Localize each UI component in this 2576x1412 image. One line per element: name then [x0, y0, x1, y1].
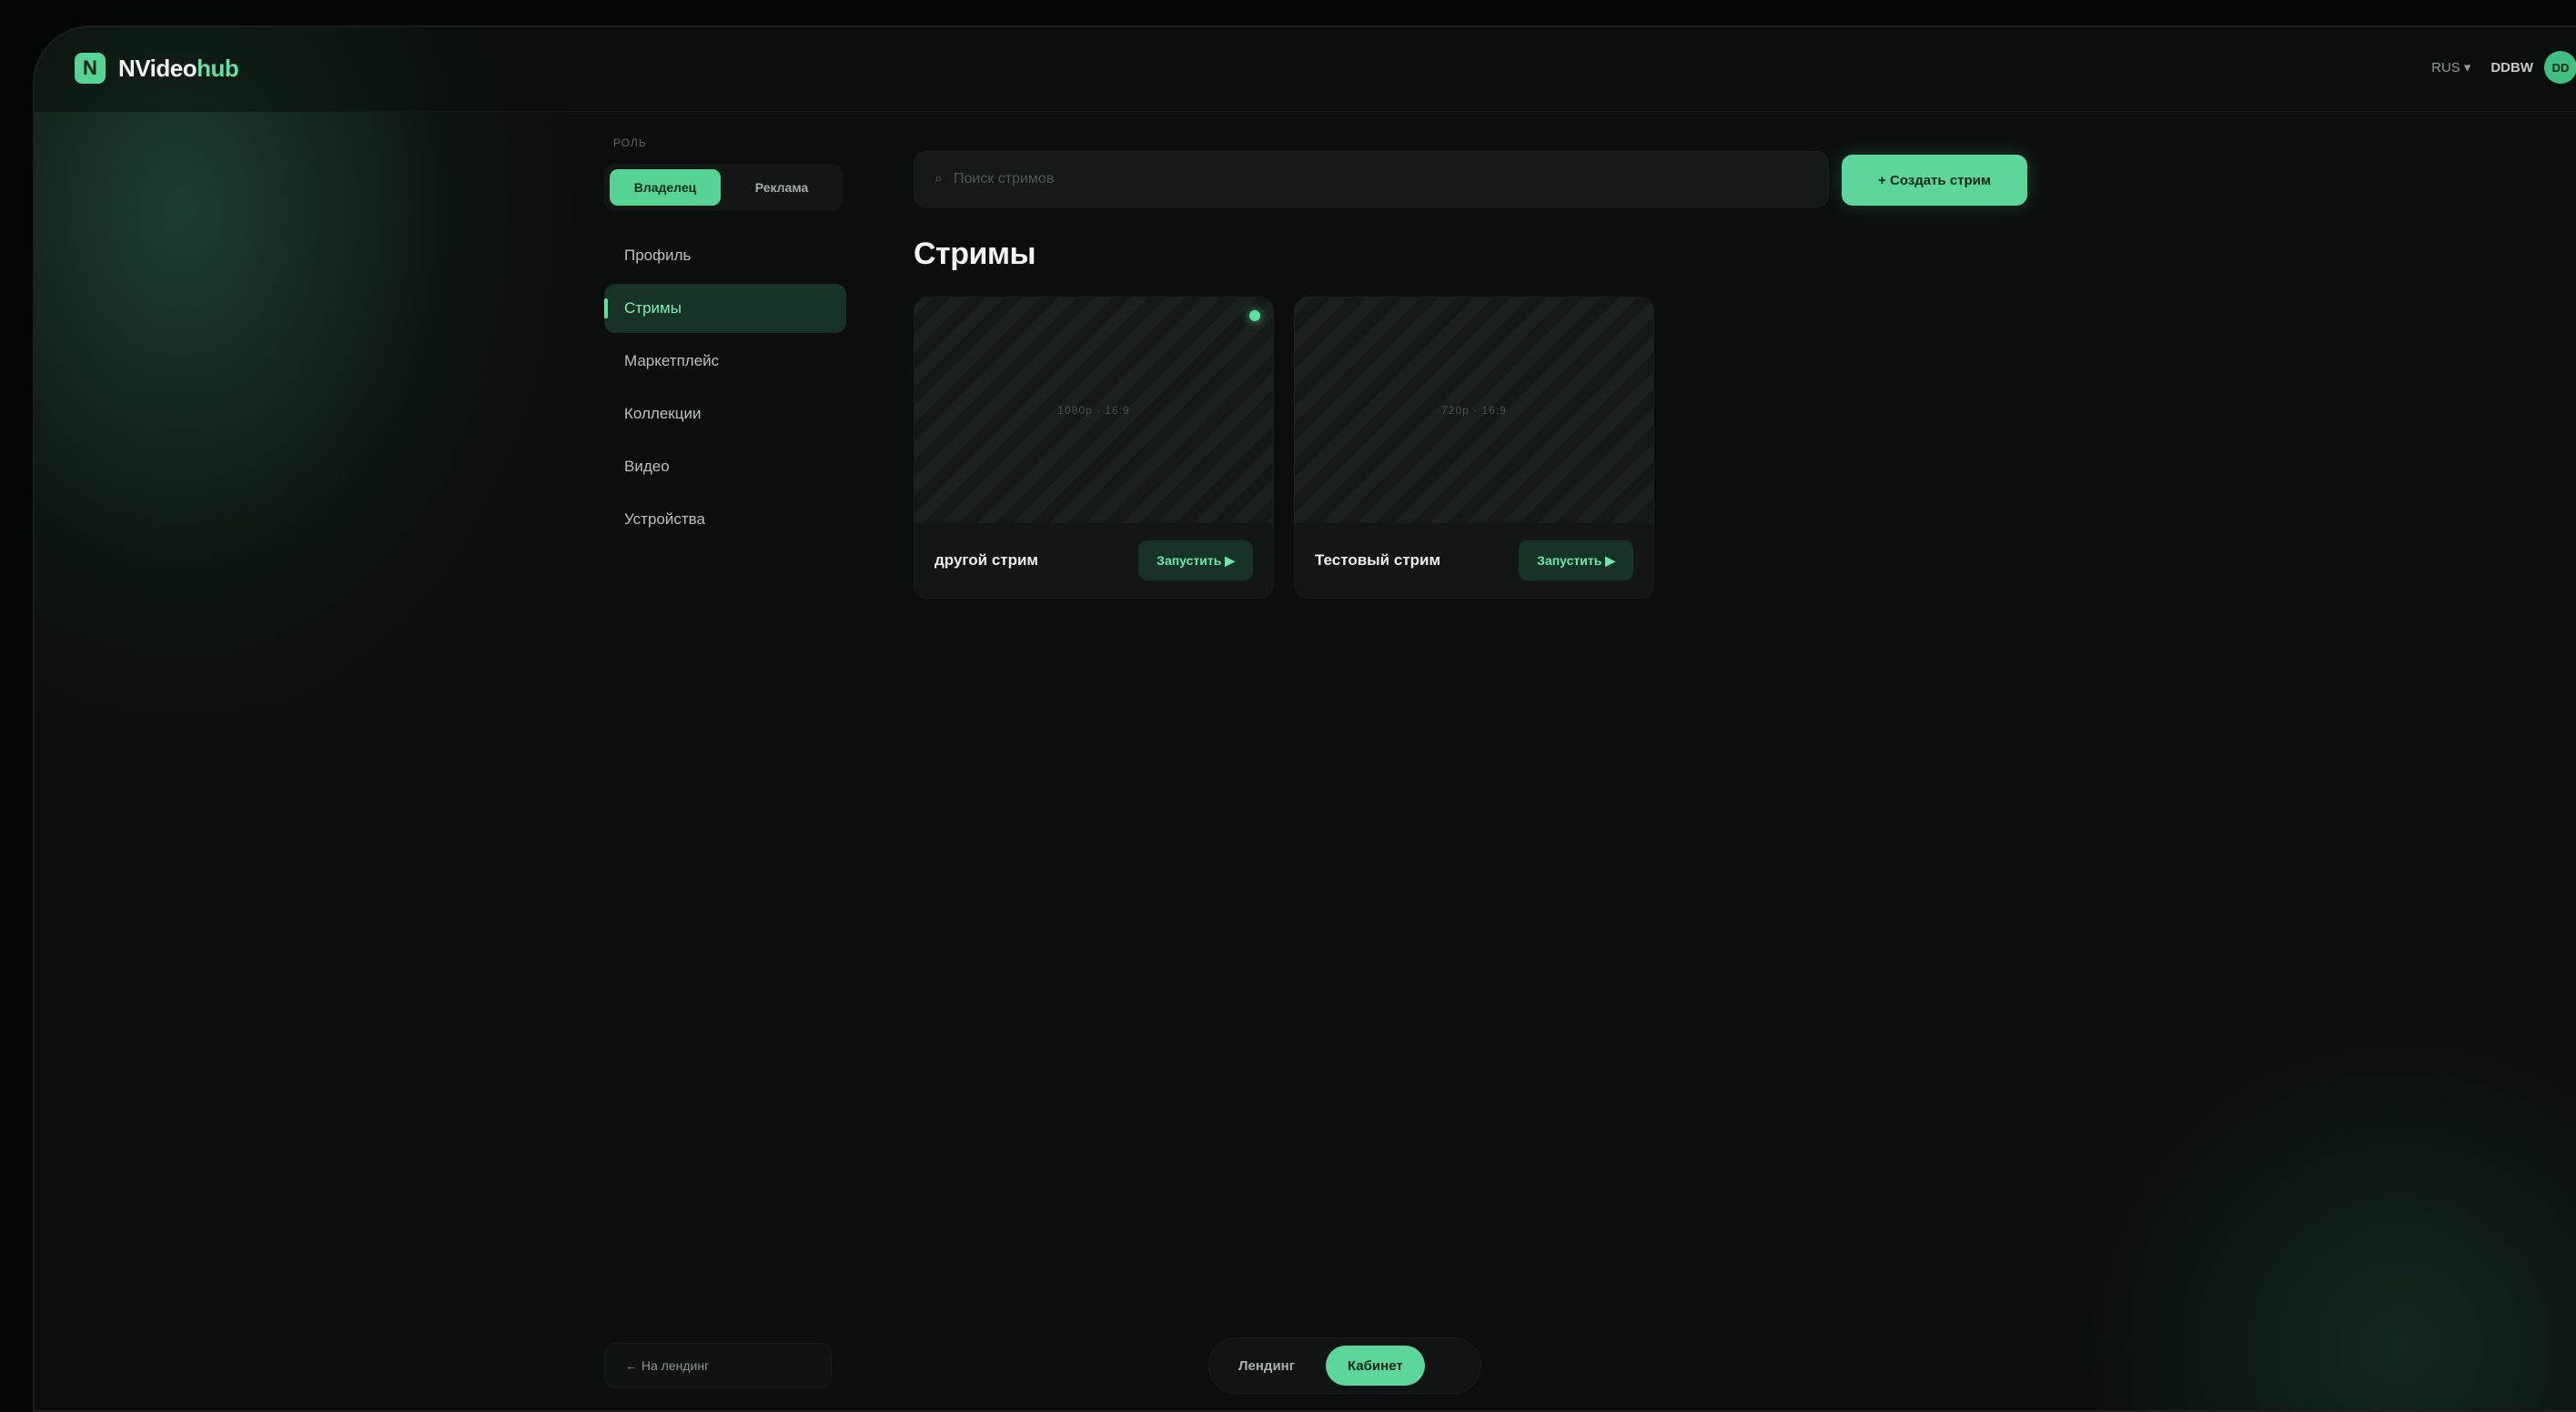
chevron-down-icon: ▾	[2463, 60, 2471, 76]
username: DDBW	[2490, 59, 2533, 76]
role-switch: Владелец Реклама	[604, 164, 843, 211]
logo[interactable]: N NVideohub	[75, 53, 239, 84]
stream-list: 1080p · 16:9 другой стрим Запустить ▶ 72…	[914, 297, 1654, 599]
role-label: Роль	[613, 136, 647, 149]
sidebar-item-marketplace[interactable]: Маркетплейс	[604, 337, 846, 386]
logo-text: NVideohub	[118, 54, 239, 82]
stream-card[interactable]: 720p · 16:9 Тестовый стрим Запустить ▶	[1294, 297, 1654, 599]
role-owner-button[interactable]: Владелец	[610, 169, 721, 206]
avatar[interactable]: DD	[2544, 51, 2576, 84]
language-switcher[interactable]: RUS ▾	[2431, 59, 2470, 76]
search-icon: ⌕	[934, 171, 943, 187]
search-input[interactable]	[951, 170, 1774, 188]
live-indicator-icon	[1249, 310, 1260, 321]
start-stream-button[interactable]: Запустить ▶	[1519, 540, 1633, 580]
sidebar-item-streams[interactable]: Стримы	[604, 284, 846, 333]
sidebar-item-collections[interactable]: Коллекции	[604, 389, 846, 439]
back-to-landing-link[interactable]: ← На лендинг	[604, 1343, 832, 1388]
start-stream-button[interactable]: Запустить ▶	[1138, 540, 1253, 580]
app-window: N NVideohub RUS ▾ DDBW DD Роль Владелец …	[33, 25, 2576, 1412]
stream-title: Тестовый стрим	[1315, 551, 1441, 569]
stream-card[interactable]: 1080p · 16:9 другой стрим Запустить ▶	[914, 297, 1274, 599]
stream-preview-meta: 1080p · 16:9	[1057, 404, 1130, 417]
logo-mark-icon: N	[75, 53, 106, 84]
sidebar: Роль Владелец Реклама Профиль Стримы Мар…	[604, 136, 846, 548]
create-stream-button[interactable]: + Создать стрим	[1842, 155, 2027, 206]
sidebar-item-devices[interactable]: Устройства	[604, 495, 846, 544]
toggle-cabinet-button[interactable]: Кабинет	[1325, 1346, 1425, 1386]
search-bar: ⌕	[914, 151, 1829, 207]
stream-card-footer: другой стрим Запустить ▶	[914, 523, 1273, 598]
sidebar-nav: Профиль Стримы Маркетплейс Коллекции Вид…	[604, 231, 846, 544]
stream-preview: 1080p · 16:9	[914, 298, 1273, 523]
sidebar-item-profile[interactable]: Профиль	[604, 231, 846, 280]
stream-title: другой стрим	[934, 551, 1039, 569]
page-title: Стримы	[914, 237, 1036, 271]
stream-card-footer: Тестовый стрим Запустить ▶	[1295, 523, 1653, 598]
top-bar: N NVideohub RUS ▾ DDBW DD	[35, 27, 2576, 112]
header-right: RUS ▾ DDBW DD	[2431, 51, 2576, 84]
stream-preview: 720p · 16:9	[1295, 298, 1653, 523]
stream-preview-meta: 720p · 16:9	[1441, 404, 1507, 417]
sidebar-item-video[interactable]: Видео	[604, 442, 846, 491]
language-label: RUS	[2431, 59, 2460, 76]
toggle-landing-button[interactable]: Лендинг	[1217, 1346, 1317, 1386]
view-toggle: Лендинг Кабинет	[1208, 1337, 1481, 1394]
user-menu[interactable]: DDBW DD	[2490, 51, 2576, 84]
role-ads-button[interactable]: Реклама	[726, 169, 837, 206]
